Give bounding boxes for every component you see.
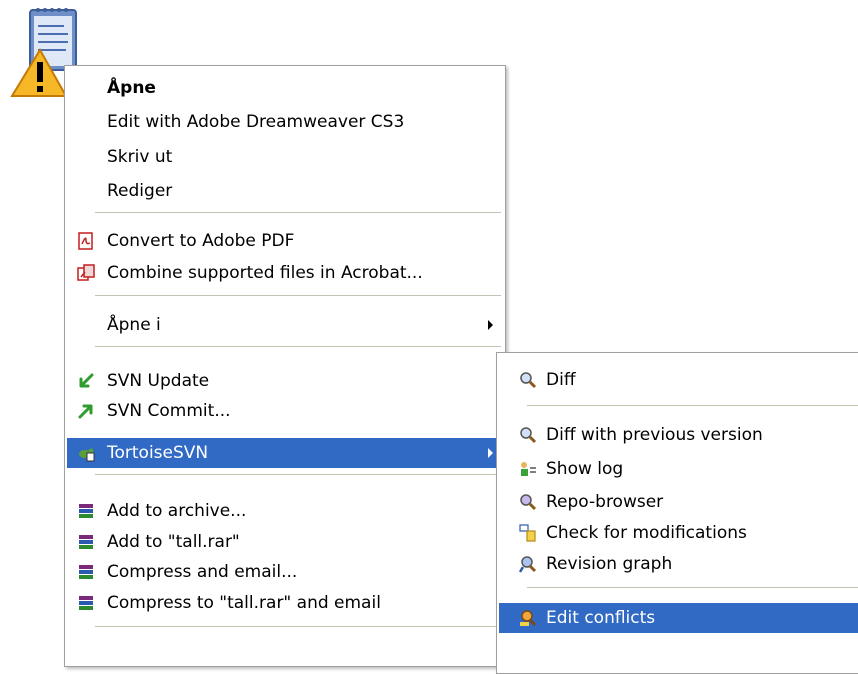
revision-graph-icon bbox=[519, 556, 537, 573]
menu-separator bbox=[95, 346, 501, 347]
tortoisesvn-icon bbox=[79, 448, 95, 462]
menu-item-label: Repo-browser bbox=[546, 492, 664, 512]
menu-separator bbox=[95, 626, 501, 627]
menu-item-add-to-archive[interactable]: Add to archive... bbox=[67, 496, 503, 526]
winrar-icon bbox=[79, 504, 93, 518]
menu-item-label: Åpne i bbox=[107, 315, 161, 335]
menu-item-label: Compress to "tall.rar" and email bbox=[107, 593, 381, 613]
winrar-icon bbox=[79, 596, 93, 610]
menu-item-check-modifications[interactable]: Check for modifications bbox=[499, 518, 858, 548]
menu-item-label: SVN Commit... bbox=[107, 401, 231, 421]
menu-item-show-log[interactable]: Show log bbox=[499, 454, 858, 484]
menu-item-label: Diff with previous version bbox=[546, 425, 763, 445]
menu-item-diff-previous[interactable]: Diff with previous version bbox=[499, 420, 858, 450]
menu-item-convert-pdf[interactable]: Convert to Adobe PDF bbox=[67, 226, 503, 256]
menu-separator bbox=[95, 212, 501, 213]
menu-item-open[interactable]: Åpne bbox=[67, 73, 503, 103]
menu-item-label: SVN Update bbox=[107, 371, 210, 391]
menu-item-label: Show log bbox=[546, 459, 624, 479]
context-menu: Åpne Edit with Adobe Dreamweaver CS3 Skr… bbox=[64, 65, 506, 667]
menu-item-label: TortoiseSVN bbox=[107, 443, 209, 463]
menu-item-label: Åpne bbox=[107, 78, 156, 98]
menu-separator bbox=[95, 474, 501, 475]
menu-separator bbox=[527, 587, 858, 588]
tortoisesvn-submenu: Diff Diff with previous version Show log… bbox=[496, 352, 858, 674]
menu-item-svn-update[interactable]: SVN Update bbox=[67, 366, 503, 396]
menu-item-edit[interactable]: Rediger bbox=[67, 176, 503, 206]
menu-item-label: Compress and email... bbox=[107, 562, 298, 582]
edit-conflicts-icon bbox=[520, 610, 537, 627]
menu-item-add-to-tall-rar[interactable]: Add to "tall.rar" bbox=[67, 527, 503, 557]
menu-item-label: Edit with Adobe Dreamweaver CS3 bbox=[107, 112, 405, 132]
pdf-icon bbox=[78, 232, 93, 250]
submenu-arrow-icon bbox=[488, 448, 493, 458]
diff-magnifier-icon bbox=[520, 372, 537, 389]
menu-item-combine-acrobat[interactable]: Combine supported files in Acrobat... bbox=[67, 258, 503, 288]
repo-browser-icon bbox=[520, 494, 537, 511]
diff-magnifier-icon bbox=[520, 427, 537, 444]
menu-item-repo-browser[interactable]: Repo-browser bbox=[499, 487, 858, 517]
menu-item-label: Add to archive... bbox=[107, 501, 247, 521]
winrar-icon bbox=[79, 565, 93, 579]
menu-item-label: Diff bbox=[546, 370, 576, 390]
menu-item-label: Add to "tall.rar" bbox=[107, 532, 240, 552]
menu-item-compress-tall-rar-email[interactable]: Compress to "tall.rar" and email bbox=[67, 588, 503, 618]
menu-item-label: Edit conflicts bbox=[546, 608, 656, 628]
menu-item-diff[interactable]: Diff bbox=[499, 365, 858, 395]
menu-item-edit-conflicts[interactable]: Edit conflicts bbox=[499, 603, 858, 633]
menu-item-compress-email[interactable]: Compress and email... bbox=[67, 557, 503, 587]
winrar-icon bbox=[79, 535, 93, 549]
menu-item-label: Skriv ut bbox=[107, 147, 173, 167]
menu-separator bbox=[527, 405, 858, 406]
menu-item-label: Combine supported files in Acrobat... bbox=[107, 263, 423, 283]
menu-item-open-with[interactable]: Åpne i bbox=[67, 310, 503, 340]
menu-item-label: Convert to Adobe PDF bbox=[107, 231, 295, 251]
check-modifications-icon bbox=[519, 524, 536, 542]
menu-separator bbox=[95, 295, 501, 296]
menu-item-revision-graph[interactable]: Revision graph bbox=[499, 549, 858, 579]
menu-item-label: Rediger bbox=[107, 181, 173, 201]
svn-commit-icon bbox=[78, 404, 93, 419]
menu-item-svn-commit[interactable]: SVN Commit... bbox=[67, 396, 503, 426]
menu-item-tortoisesvn[interactable]: TortoiseSVN bbox=[67, 438, 503, 468]
menu-item-edit-dreamweaver[interactable]: Edit with Adobe Dreamweaver CS3 bbox=[67, 107, 503, 137]
show-log-icon bbox=[521, 462, 536, 476]
menu-item-label: Revision graph bbox=[546, 554, 673, 574]
svn-update-icon bbox=[79, 373, 94, 388]
acrobat-combine-icon bbox=[77, 264, 95, 281]
menu-item-label: Check for modifications bbox=[546, 523, 747, 543]
submenu-arrow-icon bbox=[488, 320, 493, 330]
menu-item-print[interactable]: Skriv ut bbox=[67, 142, 503, 172]
